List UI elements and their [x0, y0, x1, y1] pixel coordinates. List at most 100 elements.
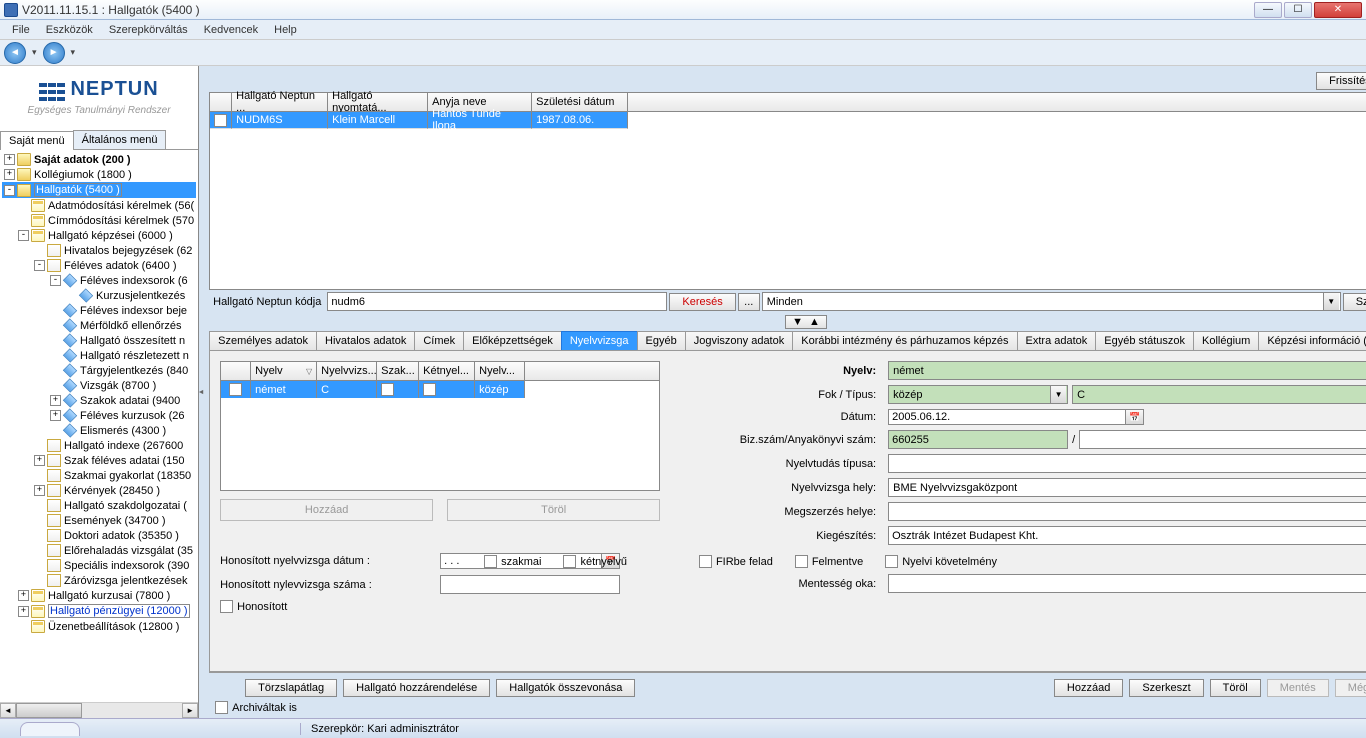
fir-checkbox[interactable]: FIRbe felad [699, 555, 773, 568]
scroll-right-button[interactable]: ► [182, 703, 198, 718]
tudast-select[interactable]: ▼ [888, 454, 1366, 473]
tab-korabbi[interactable]: Korábbi intézmény és párhuzamos képzés [792, 331, 1017, 350]
mg-header-col[interactable]: Nyelv▽ [251, 362, 317, 380]
tree-node[interactable]: Saját adatok (200 ) [34, 154, 131, 166]
menu-file[interactable]: File [4, 22, 38, 38]
megsem-button[interactable]: Mégsem [1335, 679, 1366, 697]
nyelv-select[interactable]: német▼ [888, 361, 1366, 380]
tree-collapse[interactable]: - [34, 260, 45, 271]
tree-expand[interactable]: + [18, 590, 29, 601]
grid-cell-check[interactable] [210, 112, 232, 129]
torzslapatlag-button[interactable]: Törzslapátlag [245, 679, 337, 697]
mg-cell[interactable]: C [317, 381, 377, 398]
hallgatok-osszevonasa-button[interactable]: Hallgatók összevonása [496, 679, 635, 697]
scroll-left-button[interactable]: ◄ [0, 703, 16, 718]
maximize-button[interactable]: ☐ [1284, 2, 1312, 18]
szakmai-checkbox[interactable]: szakmai [484, 555, 541, 568]
grid-cell[interactable]: 1987.08.06. [532, 112, 628, 129]
tree-expand[interactable]: + [50, 410, 61, 421]
biz-input[interactable] [888, 430, 1068, 449]
tab-egyeb[interactable]: Egyéb [637, 331, 686, 350]
tab-kepzesi[interactable]: Képzési információ ( [1258, 331, 1366, 350]
nav-back-button[interactable]: ◄ [4, 42, 26, 64]
tree-node[interactable]: Tárgyjelentkezés (840 [80, 365, 188, 377]
ment-select[interactable]: ▼ [888, 574, 1366, 593]
felmentve-checkbox[interactable]: Felmentve [795, 555, 863, 568]
mg-cell[interactable]: közép [475, 381, 525, 398]
tree-node[interactable]: Kurzusjelentkezés [96, 290, 185, 302]
tree-node[interactable]: Féléves indexsorok (6 [80, 275, 188, 287]
refresh-button[interactable]: Frissítés [1316, 72, 1366, 90]
minimize-button[interactable]: — [1254, 2, 1282, 18]
mg-cell[interactable] [377, 381, 419, 398]
lang-del-button[interactable]: Töröl [447, 499, 660, 521]
ketnyelvu-checkbox[interactable]: kétnyelvű [563, 555, 626, 568]
grid-row[interactable]: NUDM6S Klein Marcell Hantos Tünde Ilona … [210, 112, 1366, 129]
tree-node[interactable]: Szak féléves adatai (150 [64, 455, 184, 467]
tree-node[interactable]: Elismerés (4300 ) [80, 425, 166, 437]
nyelvikov-checkbox[interactable]: Nyelvi követelmény [885, 555, 997, 568]
search-more-button[interactable]: ... [738, 293, 760, 311]
tab-hivatalos[interactable]: Hivatalos adatok [316, 331, 415, 350]
tree-node[interactable]: Kérvények (28450 ) [64, 485, 160, 497]
tree-node[interactable]: Hallgató részletezett n [80, 350, 189, 362]
search-input[interactable] [327, 292, 667, 311]
tree-node-penzugyei[interactable]: Hallgató pénzügyei (12000 ) [48, 604, 190, 618]
tipus-select[interactable]: C▼ [1072, 385, 1366, 404]
tree-collapse[interactable]: - [50, 275, 61, 286]
mg-header-col[interactable]: Nyelv... [475, 362, 525, 380]
splitter-handle[interactable]: ▼▲ [785, 315, 827, 329]
tree-node[interactable]: Záróvizsga jelentkezések [64, 575, 188, 587]
tree-node[interactable]: Doktori adatok (35350 ) [64, 530, 179, 542]
tree-node[interactable]: Kollégiumok (1800 ) [34, 169, 132, 181]
tree-expand[interactable]: + [4, 169, 15, 180]
mg-header-col[interactable]: Kétnyel... [419, 362, 475, 380]
tab-kollegium[interactable]: Kollégium [1193, 331, 1259, 350]
tab-sajat-menu[interactable]: Saját menü [0, 131, 74, 150]
tree-node[interactable]: Hallgató összesített n [80, 335, 185, 347]
hozzaad-button[interactable]: Hozzáad [1054, 679, 1123, 697]
tab-szemelyes[interactable]: Személyes adatok [209, 331, 317, 350]
tree-expand[interactable]: + [18, 606, 29, 617]
tab-extra[interactable]: Extra adatok [1017, 331, 1097, 350]
szerkeszt-button[interactable]: Szerkeszt [1129, 679, 1203, 697]
datum-input[interactable]: 2005.06.12.📅 [888, 409, 1144, 425]
languages-row[interactable]: német C közép [221, 381, 659, 398]
archivaltak-checkbox[interactable]: Archiváltak is [215, 701, 1366, 714]
tree-node-hallgatok[interactable]: Hallgatók (5400 ) [34, 183, 122, 197]
tree-expand[interactable]: + [4, 154, 15, 165]
filter-select[interactable]: Minden ▼ [762, 292, 1341, 311]
tree-expand[interactable]: + [34, 455, 45, 466]
mg-header-col[interactable]: Szak... [377, 362, 419, 380]
kieg-input[interactable] [888, 526, 1366, 545]
tree-node[interactable]: Hivatalos bejegyzések (62 [64, 245, 192, 257]
tree-node[interactable]: Címmódosítási kérelmek (570 [48, 215, 194, 227]
grid-header-col[interactable]: Hallgató Neptun ... [232, 93, 328, 111]
nav-forward-dropdown[interactable]: ▾ [69, 47, 78, 58]
mentes-button[interactable]: Mentés [1267, 679, 1329, 697]
tab-egyebstat[interactable]: Egyéb státuszok [1095, 331, 1194, 350]
search-button[interactable]: Keresés [669, 293, 735, 311]
menu-roleswitch[interactable]: Szerepkörváltás [101, 22, 196, 38]
lang-add-button[interactable]: Hozzáad [220, 499, 433, 521]
grid-cell[interactable]: Klein Marcell [328, 112, 428, 129]
honositott-checkbox[interactable]: Honosított [220, 600, 287, 613]
nav-back-dropdown[interactable]: ▾ [30, 47, 39, 58]
hallgato-hozzarendelese-button[interactable]: Hallgató hozzárendelése [343, 679, 490, 697]
tree-expand[interactable]: + [50, 395, 61, 406]
tree-node[interactable]: Adatmódosítási kérelmek (56( [48, 200, 194, 212]
close-button[interactable]: ✕ [1314, 2, 1362, 18]
tree-node[interactable]: Események (34700 ) [64, 515, 166, 527]
tree-collapse[interactable]: - [18, 230, 29, 241]
megsz-input[interactable] [888, 502, 1366, 521]
tab-altalanos-menu[interactable]: Általános menü [73, 130, 167, 149]
tree-collapse[interactable]: - [4, 185, 15, 196]
grid-header-col[interactable]: Hallgató nyomtatá... [328, 93, 428, 111]
tab-jogviszony[interactable]: Jogviszony adatok [685, 331, 794, 350]
mg-cell[interactable]: német [251, 381, 317, 398]
tree-node[interactable]: Hallgató kurzusai (7800 ) [48, 590, 170, 602]
grid-cell[interactable]: NUDM6S [232, 112, 328, 129]
tree-node[interactable]: Féléves indexsor beje [80, 305, 187, 317]
grid-cell[interactable]: Hantos Tünde Ilona [428, 112, 532, 129]
filter-button[interactable]: Szűrés [1343, 293, 1366, 311]
